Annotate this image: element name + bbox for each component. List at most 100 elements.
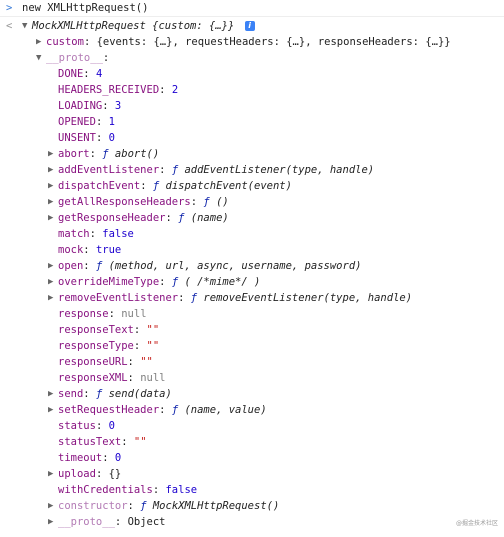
prop-key: response	[58, 308, 109, 320]
colon: :	[102, 452, 115, 464]
prop-value: false	[102, 228, 134, 240]
prop-text: __proto__: Object	[58, 514, 166, 530]
prop-value: MockXMLHttpRequest()	[152, 500, 280, 512]
prop-custom-text: custom: {events: {…}, requestHeaders: {……	[46, 34, 451, 50]
colon: :	[127, 372, 141, 384]
triangle-right-icon[interactable]: ▶	[48, 210, 53, 226]
colon: :	[83, 388, 96, 400]
prop-value: 2	[171, 84, 179, 96]
colon: :	[159, 164, 172, 176]
prop-key: getResponseHeader	[58, 212, 166, 224]
triangle-right-icon[interactable]: ▶	[48, 146, 53, 162]
colon: :	[95, 468, 109, 480]
function-symbol: ƒ	[95, 388, 109, 400]
prop-text: responseType: ""	[58, 338, 159, 354]
prop-value: ""	[146, 324, 160, 336]
prop-key: DONE	[58, 68, 84, 80]
triangle-right-icon[interactable]: ▶	[48, 466, 53, 482]
prop-key: OPENED	[58, 116, 96, 128]
prop-text: OPENED: 1	[58, 114, 115, 130]
prompt-glyph: >	[6, 2, 13, 14]
prop-text: overrideMimeType: ƒ ( /*mime*/ )	[58, 274, 260, 290]
divider	[0, 16, 504, 17]
prop-key: constructor	[58, 500, 128, 512]
prop-text: withCredentials: false	[58, 482, 197, 498]
prop-text: HEADERS_RECEIVED: 2	[58, 82, 178, 98]
prop-key: mock	[58, 244, 84, 256]
triangle-right-icon[interactable]: ▶	[48, 498, 53, 514]
triangle-down-icon[interactable]: ▼	[22, 18, 27, 34]
colon: :	[127, 500, 141, 512]
function-symbol: ƒ	[171, 404, 185, 416]
prop-text: match: false	[58, 226, 134, 242]
triangle-down-icon[interactable]: ▼	[36, 50, 41, 66]
prop-value: 0	[114, 452, 122, 464]
triangle-right-icon[interactable]: ▶	[48, 290, 53, 306]
triangle-right-icon[interactable]: ▶	[48, 162, 53, 178]
function-symbol: ƒ	[171, 164, 185, 176]
prop-text: setRequestHeader: ƒ (name, value)	[58, 402, 267, 418]
prop-text: getResponseHeader: ƒ (name)	[58, 210, 229, 226]
result-root[interactable]: < ▼ MockXMLHttpRequest {custom: {…}} i	[0, 18, 504, 34]
colon: :	[89, 228, 103, 240]
prop-key: dispatchEvent	[58, 180, 141, 192]
prop-key: responseText	[58, 324, 134, 336]
prop-key: responseType	[58, 340, 134, 352]
prop-key: withCredentials	[58, 484, 153, 496]
prop-key: upload	[58, 468, 96, 480]
prop-value: {}	[108, 468, 122, 480]
triangle-right-icon[interactable]: ▶	[36, 34, 41, 50]
prop-value: (name, value)	[184, 404, 267, 416]
prop-text: mock: true	[58, 242, 121, 258]
triangle-right-icon[interactable]: ▶	[48, 402, 53, 418]
prop-value: (method, url, async, username, password)	[108, 260, 362, 272]
command-text: new XMLHttpRequest()	[22, 2, 149, 14]
prop-value: abort()	[114, 148, 160, 160]
prop-text: statusText: ""	[58, 434, 147, 450]
prop-value: removeEventListener(type, handle)	[203, 292, 413, 304]
prop-proto-text: __proto__:	[46, 50, 109, 66]
function-symbol: ƒ	[171, 276, 185, 288]
prop-key: open	[58, 260, 84, 272]
colon: :	[133, 340, 147, 352]
colon: :	[83, 260, 96, 272]
prop-value: ""	[133, 436, 147, 448]
triangle-right-icon[interactable]: ▶	[48, 274, 53, 290]
prop-text: LOADING: 3	[58, 98, 121, 114]
prop-text: constructor: ƒ MockXMLHttpRequest()	[58, 498, 279, 514]
triangle-right-icon[interactable]: ▶	[48, 194, 53, 210]
prop-text: status: 0	[58, 418, 115, 434]
watermark: @掘金技术社区	[455, 520, 498, 527]
prop-value: true	[95, 244, 122, 256]
prop-text: removeEventListener: ƒ removeEventListen…	[58, 290, 412, 306]
prop-text: dispatchEvent: ƒ dispatchEvent(event)	[58, 178, 292, 194]
colon: :	[108, 308, 122, 320]
function-symbol: ƒ	[203, 196, 217, 208]
triangle-right-icon[interactable]: ▶	[48, 178, 53, 194]
prop-key: responseXML	[58, 372, 128, 384]
prop-value: dispatchEvent(event)	[165, 180, 292, 192]
prop-key: statusText	[58, 436, 122, 448]
prop-key: removeEventListener	[58, 292, 179, 304]
colon: :	[165, 212, 179, 224]
prop-value: addEventListener(type, handle)	[184, 164, 375, 176]
prop-value: null	[121, 308, 147, 320]
prop-key: UNSENT	[58, 132, 96, 144]
prop-text: DONE: 4	[58, 66, 102, 82]
colon: :	[159, 404, 172, 416]
colon: :	[95, 116, 109, 128]
colon: :	[114, 516, 128, 528]
colon: :	[83, 68, 96, 80]
triangle-right-icon[interactable]: ▶	[48, 386, 53, 402]
info-icon[interactable]: i	[244, 21, 255, 31]
triangle-right-icon[interactable]: ▶	[48, 514, 53, 530]
function-symbol: ƒ	[102, 148, 115, 160]
triangle-right-icon[interactable]: ▶	[48, 258, 53, 274]
prop-value: 0	[108, 132, 115, 144]
return-glyph: <	[6, 20, 13, 32]
prop-value: ""	[146, 340, 160, 352]
prop-text: upload: {}	[58, 466, 121, 482]
prop-key: HEADERS_RECEIVED	[58, 84, 160, 96]
prop-value: send(data)	[108, 388, 172, 400]
prop-value: 3	[114, 100, 122, 112]
